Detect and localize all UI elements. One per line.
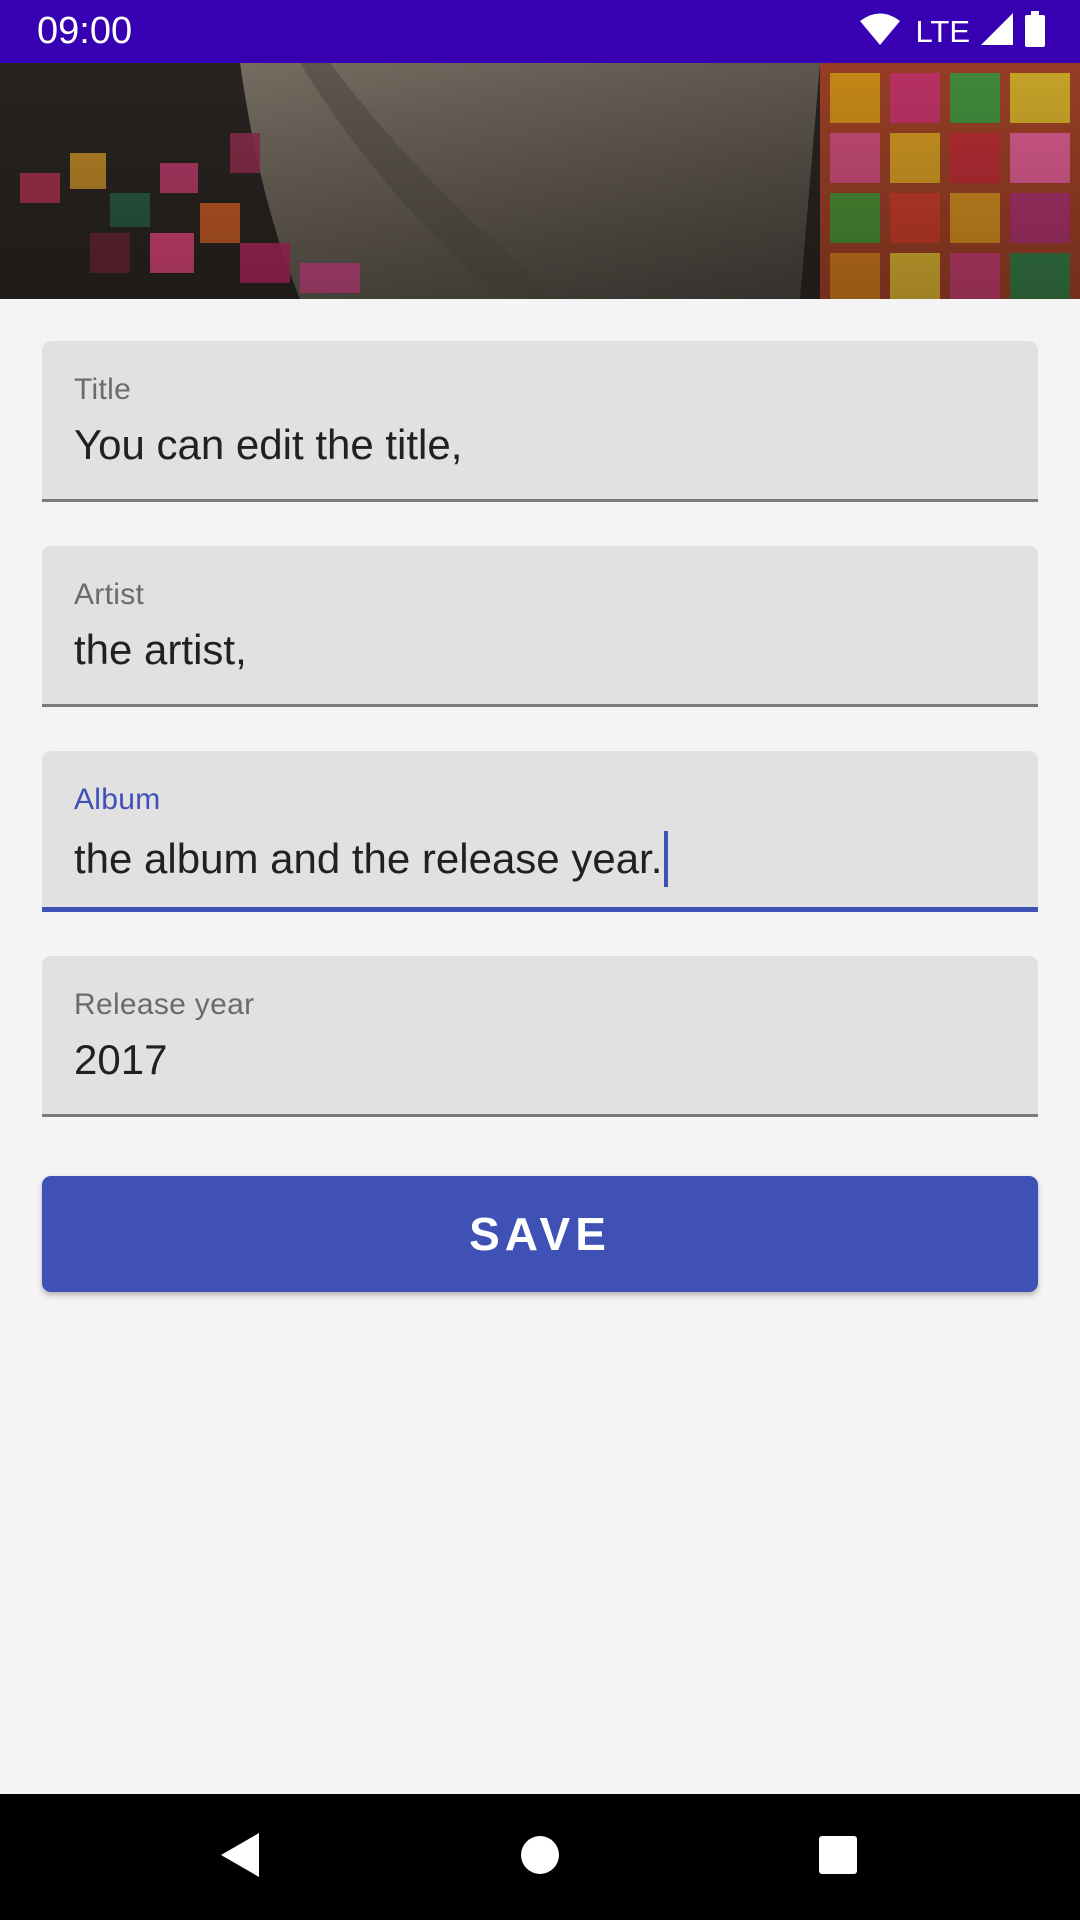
network-type: LTE — [915, 14, 970, 49]
battery-icon — [1024, 11, 1046, 52]
recents-button[interactable] — [775, 1794, 901, 1920]
album-field[interactable]: Album the album and the release year. — [42, 751, 1038, 912]
release-year-field-label: Release year — [74, 988, 255, 1021]
release-year-field-value[interactable]: 2017 — [74, 1036, 167, 1084]
artist-field-value[interactable]: the artist, — [74, 626, 247, 674]
save-button[interactable]: SAVE — [42, 1176, 1038, 1292]
home-button[interactable] — [477, 1794, 603, 1920]
title-field-label: Title — [74, 373, 132, 406]
signal-icon — [980, 12, 1014, 51]
release-year-field[interactable]: Release year 2017 — [42, 956, 1038, 1117]
artist-field[interactable]: Artist the artist, — [42, 546, 1038, 707]
status-time: 09:00 — [37, 10, 133, 52]
text-cursor — [664, 831, 669, 887]
title-field-value[interactable]: You can edit the title, — [74, 421, 462, 469]
screen: 09:00 LTE Title You can edit the title, … — [0, 0, 1080, 1920]
back-icon — [219, 1832, 261, 1883]
album-art-image — [0, 63, 1080, 299]
navigation-bar — [0, 1794, 1080, 1920]
title-field[interactable]: Title You can edit the title, — [42, 341, 1038, 502]
status-bar: 09:00 LTE — [0, 0, 1080, 63]
wifi-icon — [859, 12, 901, 51]
artist-field-label: Artist — [74, 578, 145, 611]
home-icon — [520, 1835, 560, 1880]
back-button[interactable] — [177, 1794, 303, 1920]
album-field-value: the album and the release year. — [74, 835, 663, 882]
recents-icon — [818, 1835, 858, 1880]
album-field-label: Album — [74, 783, 161, 816]
album-field-input[interactable]: the album and the release year. — [74, 831, 669, 887]
status-icons: LTE — [859, 0, 1046, 63]
